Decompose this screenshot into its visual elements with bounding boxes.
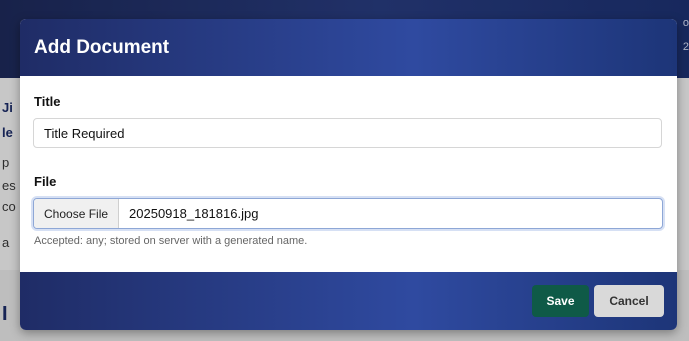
modal-footer: Save Cancel: [20, 272, 677, 330]
cancel-button[interactable]: Cancel: [594, 285, 664, 317]
file-label: File: [34, 174, 57, 189]
save-button[interactable]: Save: [532, 285, 589, 317]
file-input[interactable]: Choose File 20250918_181816.jpg: [33, 198, 663, 229]
modal-header: Add Document: [20, 19, 677, 76]
file-hint-text: Accepted: any; stored on server with a g…: [34, 235, 308, 247]
selected-file-name: 20250918_181816.jpg: [129, 206, 259, 221]
modal-title: Add Document: [34, 36, 170, 58]
add-document-modal: Add Document Title File Choose File 2025…: [20, 19, 677, 330]
title-input[interactable]: [33, 118, 662, 148]
title-label: Title: [34, 94, 61, 109]
choose-file-button[interactable]: Choose File: [34, 199, 120, 228]
